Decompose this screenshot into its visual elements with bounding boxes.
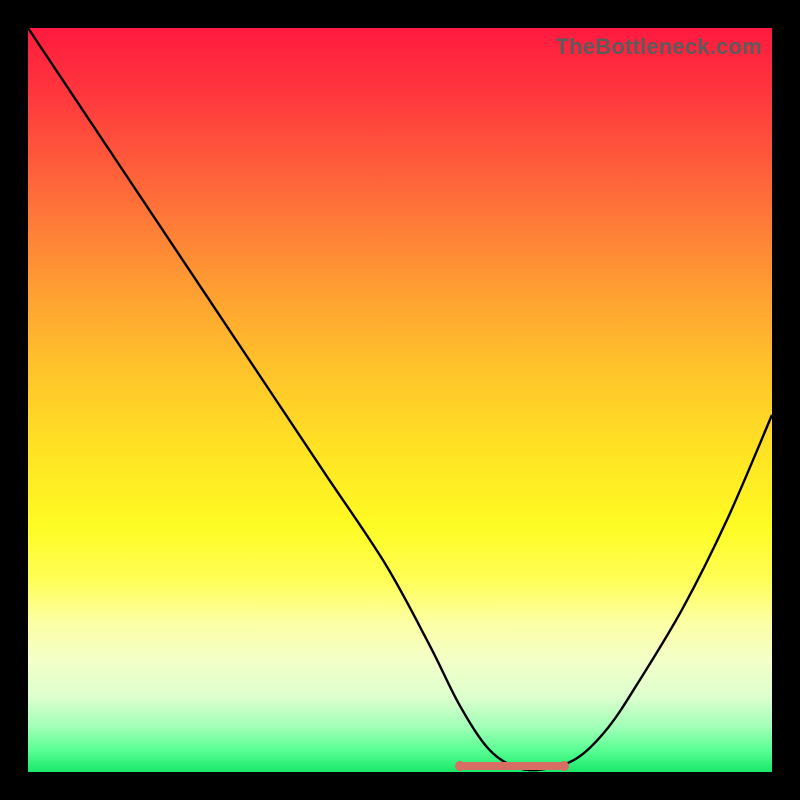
curve-svg	[28, 28, 772, 772]
bottleneck-curve	[28, 28, 772, 770]
optimal-range-band	[460, 762, 564, 770]
plot-area: TheBottleneck.com	[28, 28, 772, 772]
optimal-range-end-dot	[559, 761, 569, 771]
chart-root: { "watermark": "TheBottleneck.com", "col…	[0, 0, 800, 800]
optimal-range-start-dot	[455, 761, 465, 771]
